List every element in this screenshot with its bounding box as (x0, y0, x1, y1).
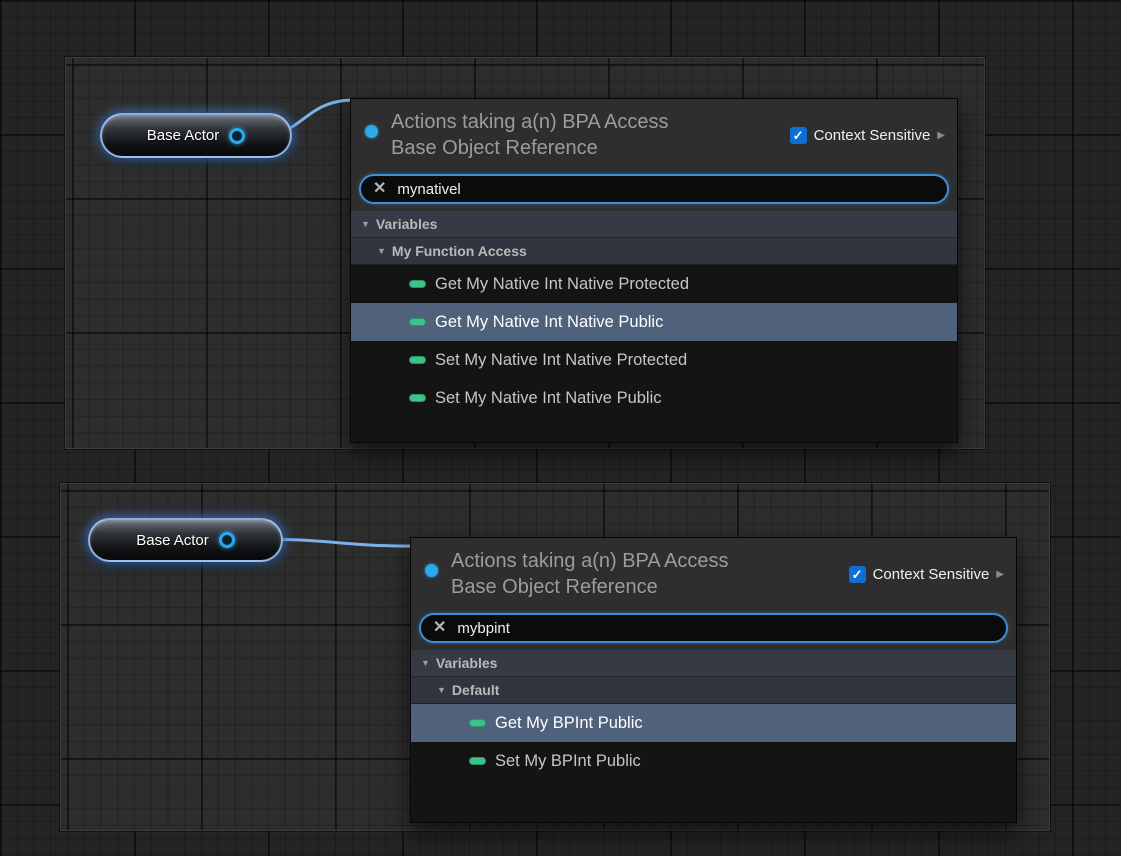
title-line-2: Base Object Reference (391, 135, 669, 161)
collapse-triangle-icon[interactable]: ▼ (361, 219, 370, 229)
blueprint-graph: Base Actor Actions taking a(n) BPA Acces… (0, 0, 1121, 856)
category-row-default[interactable]: ▼ Default (411, 677, 1016, 704)
context-menu-bottom: Actions taking a(n) BPA Access Base Obje… (410, 537, 1017, 823)
action-label: Set My Native Int Native Public (435, 389, 662, 408)
variable-pill-icon (409, 280, 426, 288)
category-row-variables[interactable]: ▼ Variables (351, 211, 957, 238)
variable-pill-icon (409, 394, 426, 402)
action-label: Get My Native Int Native Public (435, 313, 663, 332)
submenu-arrow-icon[interactable]: ▶ (996, 569, 1004, 580)
context-sensitive-label: Context Sensitive (814, 127, 931, 144)
context-menu-title: Actions taking a(n) BPA Access Base Obje… (451, 548, 729, 610)
variable-pill-icon (469, 757, 486, 765)
variable-pill-icon (409, 356, 426, 364)
search-input[interactable] (457, 620, 994, 637)
collapse-triangle-icon[interactable]: ▼ (437, 685, 446, 695)
base-actor-node[interactable]: Base Actor (100, 113, 292, 158)
object-reference-pin-icon (365, 125, 378, 138)
context-sensitive-toggle[interactable]: ✓ Context Sensitive ▶ (849, 566, 1004, 583)
category-row-variables[interactable]: ▼ Variables (411, 650, 1016, 677)
context-menu-title: Actions taking a(n) BPA Access Base Obje… (391, 109, 669, 171)
node-title: Base Actor (147, 127, 220, 144)
collapse-triangle-icon[interactable]: ▼ (421, 658, 430, 668)
check-icon: ✓ (793, 129, 804, 142)
action-label: Set My Native Int Native Protected (435, 351, 687, 370)
context-menu-top: Actions taking a(n) BPA Access Base Obje… (350, 98, 958, 443)
title-line-2: Base Object Reference (451, 574, 729, 600)
action-label: Set My BPInt Public (495, 752, 641, 771)
category-row-my-function-access[interactable]: ▼ My Function Access (351, 238, 957, 265)
title-line-1: Actions taking a(n) BPA Access (451, 548, 729, 574)
category-label: Default (452, 682, 499, 698)
context-sensitive-label: Context Sensitive (873, 566, 990, 583)
context-sensitive-toggle[interactable]: ✓ Context Sensitive ▶ (790, 127, 945, 144)
object-pin-icon[interactable] (219, 532, 235, 548)
context-sensitive-checkbox[interactable]: ✓ (849, 566, 866, 583)
category-label: My Function Access (392, 243, 527, 259)
action-item-selected[interactable]: Get My BPInt Public (411, 704, 1016, 742)
action-label: Get My Native Int Native Protected (435, 275, 689, 294)
action-item[interactable]: Set My Native Int Native Protected (351, 341, 957, 379)
action-item[interactable]: Set My Native Int Native Public (351, 379, 957, 417)
action-label: Get My BPInt Public (495, 714, 643, 733)
search-box[interactable]: ✕ (419, 613, 1008, 643)
search-bar: ✕ (411, 610, 1016, 650)
submenu-arrow-icon[interactable]: ▶ (937, 130, 945, 141)
action-item-selected[interactable]: Get My Native Int Native Public (351, 303, 957, 341)
context-menu-header: Actions taking a(n) BPA Access Base Obje… (351, 99, 957, 171)
category-label: Variables (376, 216, 438, 232)
object-reference-pin-icon (425, 564, 438, 577)
object-pin-icon[interactable] (229, 128, 245, 144)
menu-empty-area (351, 417, 957, 442)
context-menu-header: Actions taking a(n) BPA Access Base Obje… (411, 538, 1016, 610)
action-item[interactable]: Get My Native Int Native Protected (351, 265, 957, 303)
base-actor-node[interactable]: Base Actor (88, 518, 283, 562)
node-title: Base Actor (136, 532, 209, 549)
clear-search-icon[interactable]: ✕ (433, 620, 446, 636)
menu-empty-area (411, 780, 1016, 822)
check-icon: ✓ (852, 568, 863, 581)
context-sensitive-checkbox[interactable]: ✓ (790, 127, 807, 144)
title-line-1: Actions taking a(n) BPA Access (391, 109, 669, 135)
clear-search-icon[interactable]: ✕ (373, 181, 386, 197)
variable-pill-icon (409, 318, 426, 326)
search-bar: ✕ (351, 171, 957, 211)
category-label: Variables (436, 655, 498, 671)
search-box[interactable]: ✕ (359, 174, 949, 204)
variable-pill-icon (469, 719, 486, 727)
collapse-triangle-icon[interactable]: ▼ (377, 246, 386, 256)
search-input[interactable] (397, 181, 935, 198)
action-item[interactable]: Set My BPInt Public (411, 742, 1016, 780)
